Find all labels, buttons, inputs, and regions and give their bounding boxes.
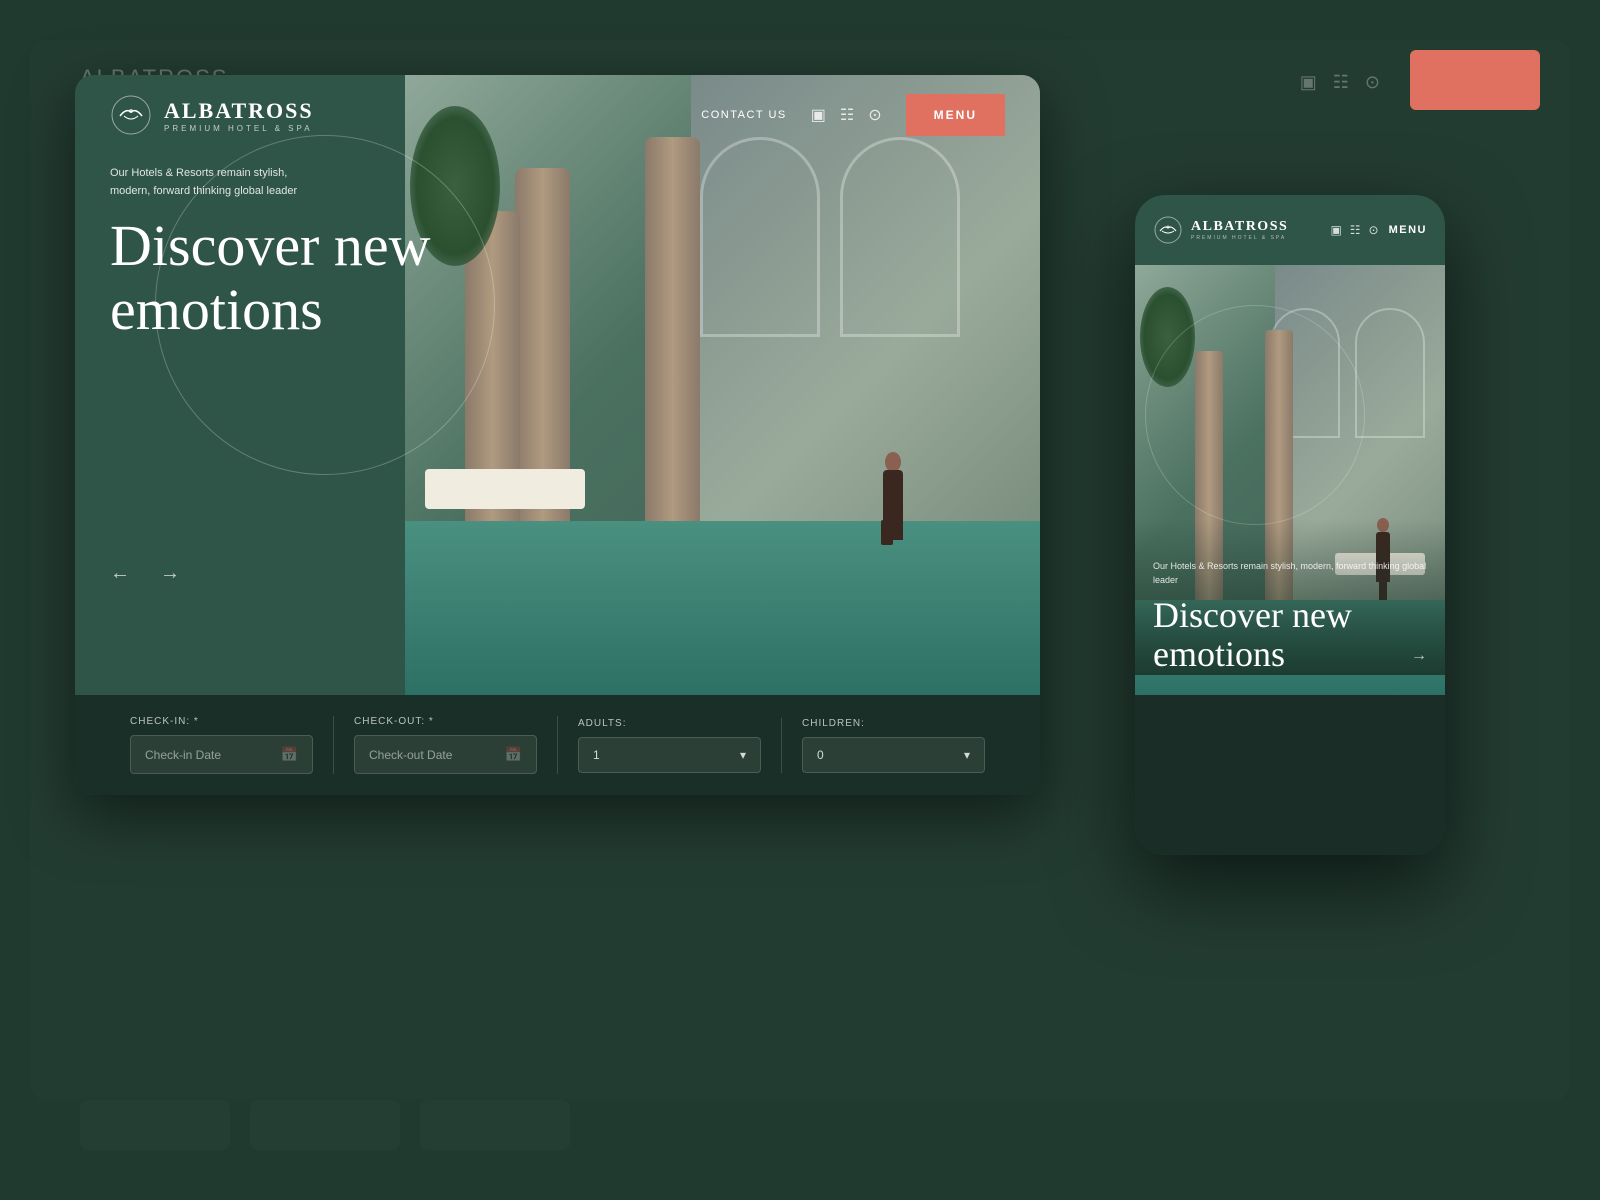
bg-social-icon-1: ▣: [1300, 72, 1317, 93]
desktop-hero-subtitle: Our Hotels & Resorts remain stylish, mod…: [110, 165, 330, 200]
mobile-arch-1: [1355, 308, 1425, 438]
desktop-checkout-input[interactable]: Check-out Date 📅: [354, 735, 537, 774]
desktop-pool: [405, 521, 1040, 695]
desktop-mockup: ALBATROSS PREMIUM HOTEL & SPA CONTACT US…: [75, 75, 1040, 795]
desktop-menu-button[interactable]: MENU: [906, 94, 1005, 136]
desktop-figure-head: [885, 452, 901, 472]
desktop-arch-2: [700, 137, 820, 337]
mobile-hero: Our Hotels & Resorts remain stylish, mod…: [1135, 265, 1445, 695]
desktop-children-label: Children:: [802, 718, 985, 729]
desktop-figure-leg: [881, 520, 893, 545]
mobile-foursquare-icon[interactable]: ▣: [1330, 223, 1341, 238]
background-menu-button: [1410, 50, 1540, 110]
mobile-logo-icon: [1153, 215, 1183, 245]
background-bottom-tabs: [80, 1100, 570, 1150]
mobile-mockup: ALBATROSS PREMIUM HOTEL & SPA ▣ ☷ ⊙ MENU: [1135, 195, 1445, 855]
bg-social-icon-2: ☷: [1333, 72, 1349, 93]
mobile-logo: ALBATROSS PREMIUM HOTEL & SPA: [1153, 215, 1288, 245]
desktop-navbar: ALBATROSS PREMIUM HOTEL & SPA CONTACT US…: [75, 75, 1040, 155]
desktop-checkin-placeholder: Check-in Date: [145, 748, 221, 762]
mobile-next-arrow[interactable]: →: [1411, 647, 1427, 665]
mobile-social-icons: ▣ ☷ ⊙: [1330, 223, 1378, 238]
desktop-checkout-field: Check-out: * Check-out Date 📅: [334, 716, 558, 774]
desktop-figure: [875, 420, 910, 540]
desktop-checkout-label: Check-out: *: [354, 716, 537, 727]
desktop-social-icons: ▣ ☷ ⊙: [811, 105, 882, 125]
desktop-children-chevron: ▾: [964, 748, 970, 762]
instagram-icon[interactable]: ⊙: [868, 105, 881, 125]
desktop-brand-tagline: PREMIUM HOTEL & SPA: [164, 124, 314, 133]
mobile-carousel-arrows: ← →: [1153, 647, 1427, 665]
bg-tab-1: [80, 1100, 230, 1150]
desktop-hero-text: Our Hotels & Resorts remain stylish, mod…: [110, 165, 431, 342]
desktop-checkin-label: Check-in: *: [130, 716, 313, 727]
desktop-children-value: 0: [817, 748, 824, 762]
desktop-daybed: [425, 469, 585, 509]
desktop-logo: ALBATROSS PREMIUM HOTEL & SPA: [110, 94, 314, 136]
bg-social-icon-3: ⊙: [1365, 72, 1380, 93]
desktop-checkin-input[interactable]: Check-in Date 📅: [130, 735, 313, 774]
desktop-hero-title-line1: Discover new: [110, 213, 431, 278]
bg-tab-2: [250, 1100, 400, 1150]
desktop-hero-title-line2: emotions: [110, 277, 323, 342]
mobile-prev-arrow[interactable]: ←: [1153, 647, 1169, 665]
desktop-children-select[interactable]: 0 ▾: [802, 737, 985, 773]
desktop-children-field: Children: 0 ▾: [782, 718, 1005, 773]
desktop-next-arrow[interactable]: →: [160, 562, 180, 585]
desktop-nav-right: CONTACT US ▣ ☷ ⊙ MENU: [701, 94, 1005, 136]
contact-us-link[interactable]: CONTACT US: [701, 109, 787, 121]
mobile-brand-name: ALBATROSS: [1191, 219, 1288, 235]
mobile-brand-tagline: PREMIUM HOTEL & SPA: [1191, 235, 1288, 241]
tripadvisor-icon[interactable]: ☷: [840, 105, 854, 125]
desktop-logo-icon: [110, 94, 152, 136]
mobile-hero-subtitle: Our Hotels & Resorts remain stylish, mod…: [1153, 559, 1427, 588]
bg-tab-3: [420, 1100, 570, 1150]
desktop-checkin-calendar-icon: 📅: [281, 746, 298, 763]
desktop-checkin-field: Check-in: * Check-in Date 📅: [110, 716, 334, 774]
desktop-booking-bar: Check-in: * Check-in Date 📅 Check-out: *…: [75, 695, 1040, 795]
desktop-logo-text: ALBATROSS PREMIUM HOTEL & SPA: [164, 98, 314, 133]
desktop-adults-label: Adults:: [578, 718, 761, 729]
desktop-hero-scene: [405, 75, 1040, 695]
mobile-nav-right: ▣ ☷ ⊙ MENU: [1330, 223, 1427, 238]
desktop-hero-title: Discover new emotions: [110, 214, 431, 342]
mobile-hero-title-line1: Discover new: [1153, 595, 1352, 635]
desktop-hero: Our Hotels & Resorts remain stylish, mod…: [75, 75, 1040, 695]
mobile-instagram-icon[interactable]: ⊙: [1369, 223, 1379, 238]
desktop-prev-arrow[interactable]: ←: [110, 562, 130, 585]
desktop-brand-name: ALBATROSS: [164, 98, 314, 124]
desktop-arch-1: [840, 137, 960, 337]
mobile-logo-text: ALBATROSS PREMIUM HOTEL & SPA: [1191, 219, 1288, 241]
mobile-circle-decoration: [1145, 305, 1365, 525]
desktop-adults-chevron: ▾: [740, 748, 746, 762]
foursquare-icon[interactable]: ▣: [811, 105, 826, 125]
mobile-navbar: ALBATROSS PREMIUM HOTEL & SPA ▣ ☷ ⊙ MENU: [1135, 195, 1445, 265]
mobile-menu-button[interactable]: MENU: [1389, 224, 1427, 236]
desktop-adults-field: Adults: 1 ▾: [558, 718, 782, 773]
desktop-checkout-calendar-icon: 📅: [505, 746, 522, 763]
background-social-icons: ▣ ☷ ⊙: [1300, 72, 1380, 93]
desktop-adults-select[interactable]: 1 ▾: [578, 737, 761, 773]
desktop-adults-value: 1: [593, 748, 600, 762]
desktop-carousel-arrows: ← →: [110, 562, 180, 585]
mobile-tripadvisor-icon[interactable]: ☷: [1350, 223, 1361, 238]
desktop-checkout-placeholder: Check-out Date: [369, 748, 452, 762]
mobile-bottom-area: [1135, 695, 1445, 855]
